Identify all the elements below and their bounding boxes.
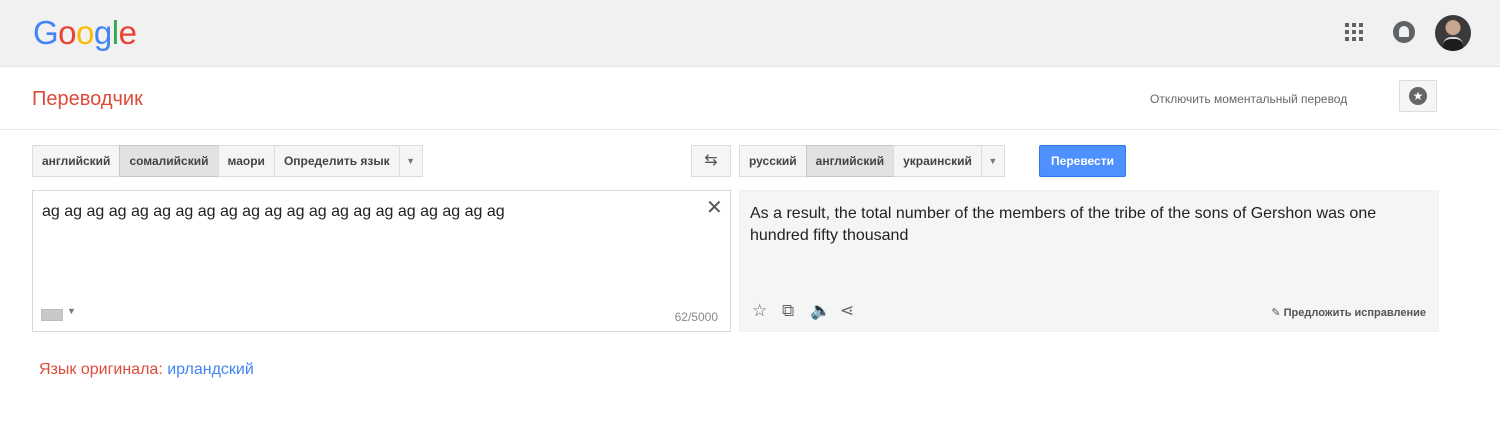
logo-letter: l	[111, 14, 119, 51]
source-lang-somali[interactable]: сомалийский	[119, 145, 219, 177]
google-logo[interactable]: Google	[33, 14, 137, 52]
keyboard-icon[interactable]	[41, 309, 63, 321]
chevron-down-icon[interactable]: ▼	[67, 306, 76, 316]
detect-language-button[interactable]: Определить язык	[273, 145, 400, 177]
swap-languages-button[interactable]: ⇆	[691, 145, 731, 177]
character-counter: 62/5000	[674, 310, 718, 324]
target-lang-russian[interactable]: русский	[739, 145, 807, 177]
source-language-bar: английский сомалийский маори Определить …	[32, 145, 423, 177]
notifications-icon[interactable]	[1393, 21, 1415, 43]
suggest-edit-label: Предложить исправление	[1283, 307, 1426, 319]
swap-icon: ⇆	[704, 152, 718, 169]
star-icon[interactable]: ☆	[752, 301, 767, 321]
logo-letter: G	[33, 14, 59, 51]
source-panel: ag ag ag ag ag ag ag ag ag ag ag ag ag a…	[32, 190, 731, 332]
detected-language-label: Язык оригинала:	[39, 361, 163, 378]
detected-language-link[interactable]: ирландский	[167, 361, 254, 378]
translator-header: Переводчик Отключить моментальный перево…	[0, 67, 1500, 130]
translate-button[interactable]: Перевести	[1039, 145, 1126, 177]
chevron-down-icon[interactable]: ▼	[980, 145, 1005, 177]
logo-letter: o	[76, 14, 94, 51]
apps-grid-icon[interactable]	[1345, 23, 1365, 43]
source-lang-english[interactable]: английский	[32, 145, 121, 177]
logo-letter: e	[118, 14, 137, 51]
star-icon: ★	[1409, 87, 1427, 105]
instant-translation-toggle[interactable]: Отключить моментальный перевод	[1150, 92, 1347, 106]
translation-output: As a result, the total number of the mem…	[750, 205, 1377, 244]
speaker-icon[interactable]: 🔈	[810, 301, 831, 321]
target-lang-ukrainian[interactable]: украинский	[893, 145, 982, 177]
target-language-bar: русский английский украинский ▼	[739, 145, 1005, 177]
result-panel: As a result, the total number of the mem…	[739, 190, 1439, 332]
pencil-icon: ✎	[1271, 307, 1281, 319]
saved-phrases-button[interactable]: ★	[1399, 80, 1437, 112]
close-icon[interactable]: ✕	[706, 195, 723, 220]
logo-letter: g	[93, 14, 112, 51]
detected-language: Язык оригинала: ирландский	[39, 361, 254, 379]
copy-icon[interactable]: ⧉	[782, 301, 794, 321]
page-title: Переводчик	[32, 88, 143, 110]
source-lang-maori[interactable]: маори	[217, 145, 275, 177]
top-bar: Google	[0, 0, 1500, 67]
target-lang-english[interactable]: английский	[805, 145, 895, 177]
logo-letter: o	[58, 14, 77, 51]
avatar[interactable]	[1435, 15, 1471, 51]
suggest-edit-button[interactable]: ✎ Предложить исправление	[1271, 306, 1426, 319]
share-icon[interactable]: ⋖	[840, 301, 854, 321]
source-text-input[interactable]: ag ag ag ag ag ag ag ag ag ag ag ag ag a…	[42, 203, 702, 221]
chevron-down-icon[interactable]: ▼	[398, 145, 423, 177]
